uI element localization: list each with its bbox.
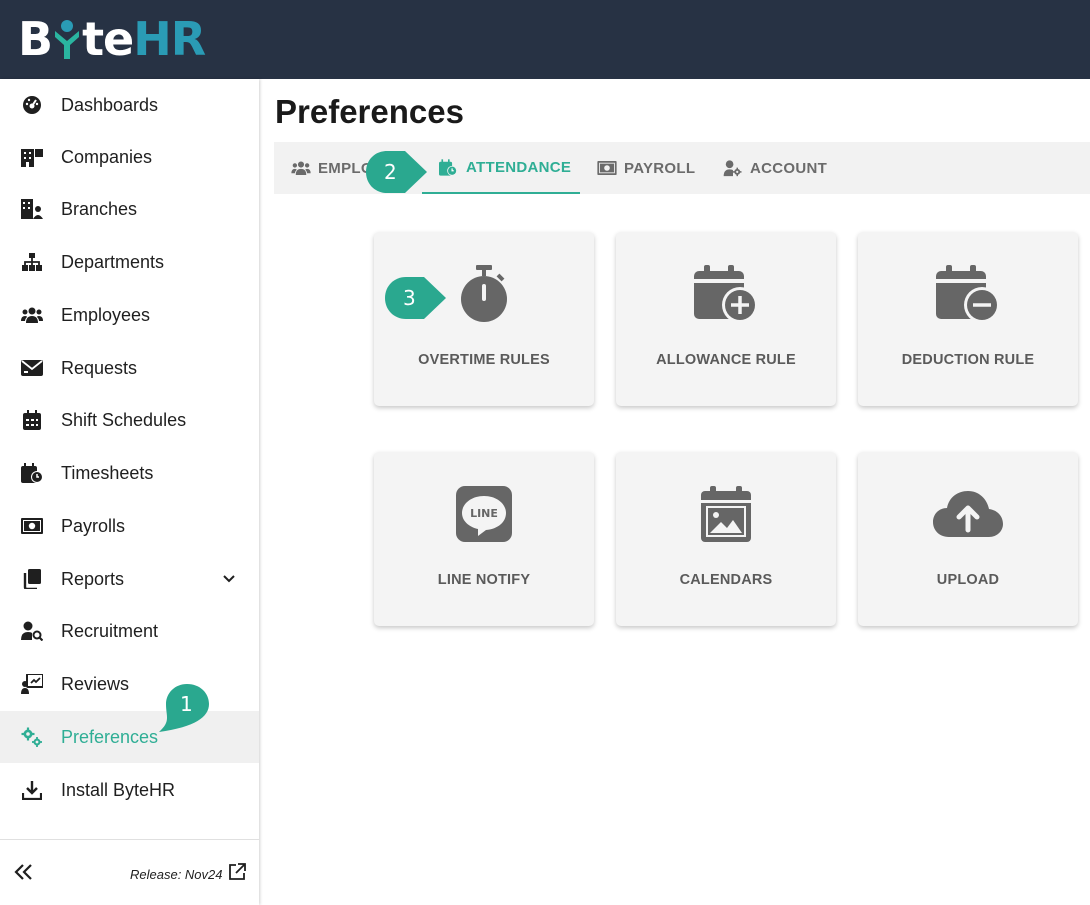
step-marker-number: 1 (180, 692, 193, 716)
cloud-upload-icon (858, 482, 1078, 546)
step-marker-2: 2 (365, 150, 429, 199)
logo-letter-b: B (18, 12, 53, 66)
sidebar-item-label: Payrolls (61, 515, 126, 536)
sidebar-item-companies[interactable]: Companies (0, 131, 259, 183)
sidebar-item-label: Dashboards (61, 94, 159, 115)
page-title: Preferences (275, 93, 464, 130)
external-link-icon[interactable] (228, 863, 246, 886)
step-marker-number: 3 (403, 286, 416, 310)
step-marker-number: 2 (384, 160, 397, 184)
sidebar-item-preferences[interactable]: Preferences (0, 711, 259, 763)
sitemap-icon (21, 251, 43, 273)
sidebar-footer: Release: Nov24 (0, 839, 259, 905)
card-allowance-rule[interactable]: ALLOWANCE RULE (616, 232, 836, 406)
sidebar-item-install-bytehr[interactable]: Install ByteHR (0, 764, 259, 816)
sidebar-item-label: Departments (61, 251, 165, 272)
calendar-icon (21, 409, 43, 431)
calendar-clock-icon (439, 158, 459, 176)
sidebar-item-label: Reviews (61, 673, 130, 694)
logo-text-hr: HR (133, 12, 206, 66)
card-deduction-rule[interactable]: DEDUCTION RULE (858, 232, 1078, 406)
sidebar-item-reviews[interactable]: Reviews (0, 658, 259, 710)
sidebar-item-payrolls[interactable]: Payrolls (0, 500, 259, 552)
card-label: LINE NOTIFY (437, 572, 531, 588)
tab-attendance[interactable]: ATTENDANCE (422, 142, 580, 194)
sidebar-item-label: Shift Schedules (61, 409, 187, 430)
sidebar-item-label: Reports (61, 568, 125, 589)
sidebar-item-label: Employees (61, 304, 151, 325)
user-gear-icon (723, 159, 743, 176)
bytehr-logo[interactable]: B te HR (18, 12, 206, 66)
logo-text-te: te (82, 12, 134, 66)
card-label: DEDUCTION RULE (901, 352, 1035, 368)
card-calendars[interactable]: CALENDARS (616, 452, 836, 626)
sidebar-item-label: Branches (61, 198, 138, 219)
tab-employees[interactable]: EMPLO (291, 142, 373, 194)
branches-building-icon (21, 198, 43, 220)
file-copy-icon (21, 568, 43, 590)
sidebar-item-label: Companies (61, 146, 153, 167)
card-line-notify[interactable]: LINE LINE NOTIFY (374, 452, 594, 626)
tab-label: ATTENDANCE (466, 158, 572, 176)
logo-figure-icon (53, 17, 81, 61)
calendar-minus-icon (858, 262, 1078, 326)
sidebar-item-dashboards[interactable]: Dashboards (0, 79, 259, 131)
sidebar-item-branches[interactable]: Branches (0, 183, 259, 235)
user-search-icon (21, 620, 43, 642)
sidebar-item-employees[interactable]: Employees (0, 289, 259, 341)
card-label: CALENDARS (679, 572, 773, 588)
chalkboard-user-icon (21, 673, 43, 695)
calendar-image-icon (616, 482, 836, 546)
money-bill-icon (597, 160, 617, 176)
sidebar-item-label: Preferences (61, 726, 159, 747)
users-icon (21, 304, 43, 326)
sidebar-item-departments[interactable]: Departments (0, 236, 259, 288)
tab-account[interactable]: ACCOUNT (723, 142, 827, 194)
dashboard-gauge-icon (21, 94, 43, 116)
step-marker-3: 3 (384, 276, 448, 325)
sidebar-item-label: Requests (61, 357, 138, 378)
card-label: ALLOWANCE RULE (656, 352, 796, 368)
chevron-down-icon[interactable] (222, 571, 236, 589)
sidebar-item-label: Install ByteHR (61, 779, 176, 800)
sidebar: Dashboards Companies Branches Department… (0, 79, 259, 905)
top-bar: B te HR (0, 0, 1090, 79)
tab-label: PAYROLL (624, 159, 696, 177)
money-bill-icon (21, 515, 43, 537)
tab-payroll[interactable]: PAYROLL (597, 142, 695, 194)
card-label: OVERTIME RULES (418, 352, 550, 368)
line-icon: LINE (374, 482, 594, 546)
sidebar-item-shift-schedules[interactable]: Shift Schedules (0, 394, 259, 446)
sidebar-item-label: Timesheets (61, 462, 154, 483)
sidebar-item-recruitment[interactable]: Recruitment (0, 605, 259, 657)
sidebar-item-reports[interactable]: Reports (0, 553, 259, 605)
calendar-plus-icon (616, 262, 836, 326)
companies-building-icon (21, 146, 43, 168)
sidebar-item-timesheets[interactable]: Timesheets (0, 447, 259, 499)
step-marker-1: 1 (157, 683, 211, 738)
download-icon (21, 779, 43, 801)
sidebar-item-label: Recruitment (61, 620, 159, 641)
gears-icon (21, 726, 43, 748)
collapse-sidebar-icon[interactable] (12, 860, 36, 884)
card-upload[interactable]: UPLOAD (858, 452, 1078, 626)
release-version: Release: Nov24 (130, 867, 223, 882)
calendar-clock-icon (21, 462, 43, 484)
envelope-icon (21, 357, 43, 379)
sidebar-item-requests[interactable]: Requests (0, 342, 259, 394)
tab-label: ACCOUNT (750, 159, 828, 177)
line-icon-text: LINE (470, 507, 498, 520)
card-label: UPLOAD (936, 572, 1000, 588)
users-icon (291, 160, 311, 176)
